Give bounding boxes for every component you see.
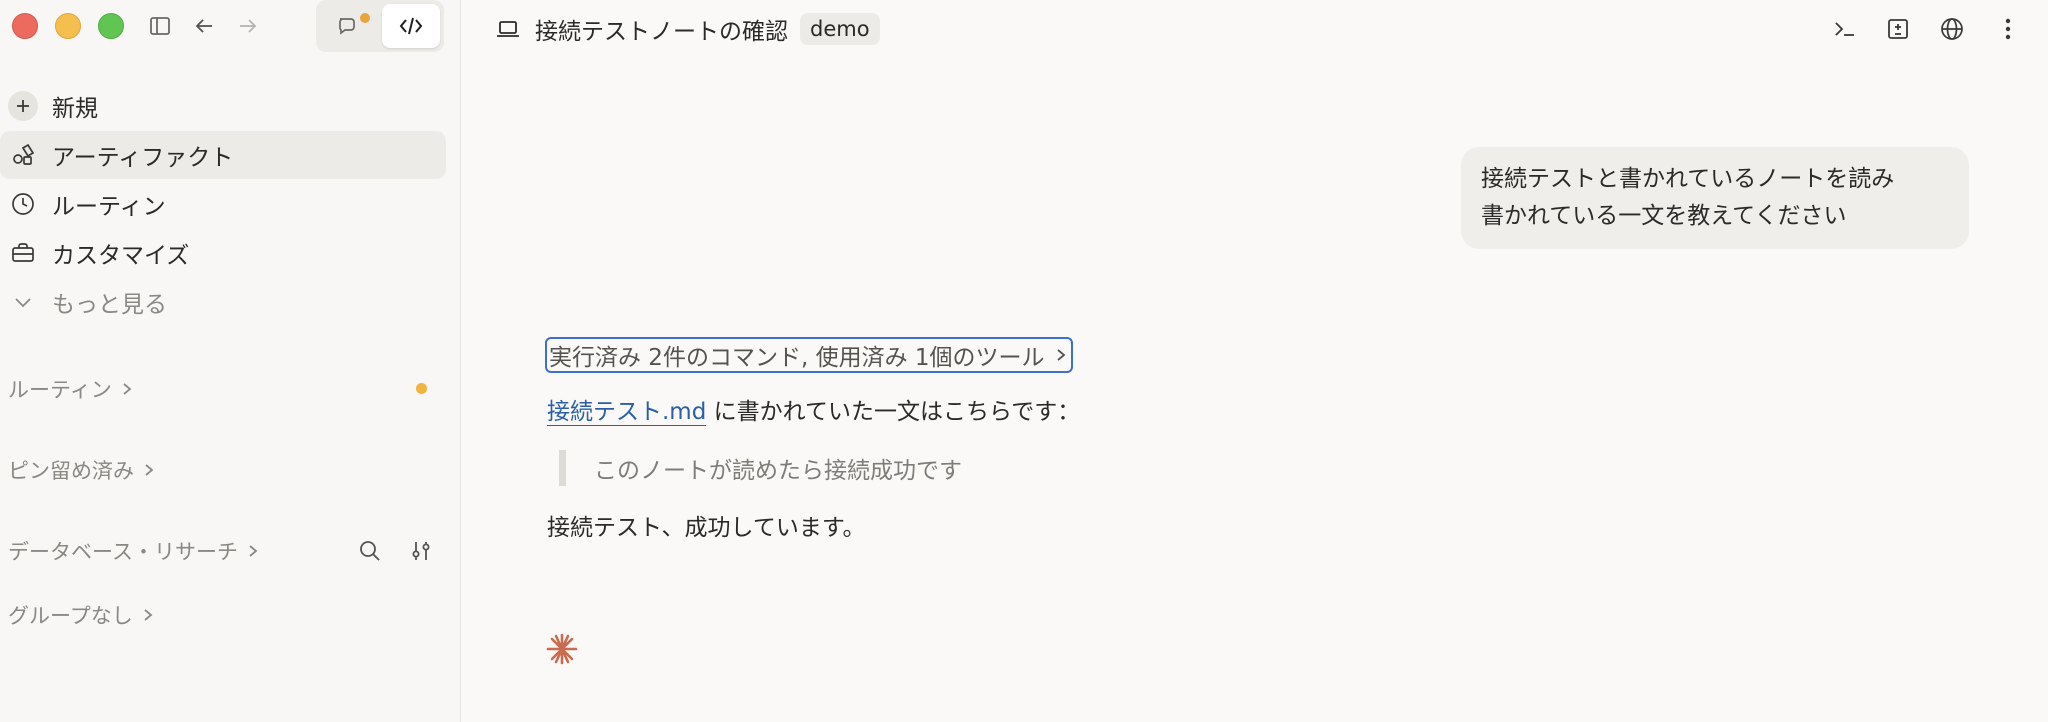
user-message: 接続テストと書かれているノートを読み 書かれている一文を教えてください [1461,147,1969,249]
tools-summary-toggle[interactable]: 実行済み 2件のコマンド, 使用済み 1個のツール [545,337,1073,373]
plus-icon [8,91,38,121]
nav-new[interactable]: 新規 [0,82,446,130]
section-ungrouped[interactable]: グループなし [8,597,155,633]
chevron-down-icon [8,287,38,317]
zoom-window-button[interactable] [98,13,124,39]
back-arrow-icon[interactable] [188,10,220,42]
minimize-window-button[interactable] [55,13,81,39]
nav-customize[interactable]: カスタマイズ [0,229,446,277]
mode-switcher [316,0,444,52]
main-panel: 接続テストノートの確認 demo 接続テストと書かれているノートを読み 書かれて… [461,0,2048,722]
user-message-line: 接続テストと書かれているノートを読み [1481,166,1895,192]
more-vertical-icon[interactable] [1991,12,2025,46]
project-badge[interactable]: demo [800,13,880,45]
briefcase-icon [8,238,38,268]
nav-label: アーティファクト [52,145,234,171]
nav-routines[interactable]: ルーティン [0,180,446,228]
nav-more[interactable]: もっと見る [0,278,446,326]
diff-icon[interactable] [1881,12,1915,46]
header: 接続テストノートの確認 demo [461,0,2048,58]
answer-text: に書かれていた一文はこちらです： [706,399,1081,425]
app-window: 新規 アーティファクト ルーティン カスタマイズ もっと見る ルーティン ピン留… [0,0,2048,722]
chevron-right-icon [145,464,154,476]
nav-label: カスタマイズ [52,243,190,269]
forward-arrow-icon[interactable] [232,10,264,42]
assistant-answer: 接続テスト.md に書かれていた一文はこちらです： [547,392,1080,426]
code-icon [399,17,423,35]
section-label: データベース・リサーチ [8,540,238,564]
user-message-line: 書かれている一文を教えてください [1481,203,1847,229]
section-label: ルーティン [8,378,112,402]
laptop-icon [497,21,519,37]
code-mode-button[interactable] [382,4,440,48]
section-routines[interactable]: ルーティン [8,371,134,407]
clock-icon [8,189,38,219]
search-icon[interactable] [354,535,386,567]
spark-icon [546,633,578,665]
chevron-right-icon [249,545,258,557]
chevron-right-icon [144,609,153,621]
section-pinned[interactable]: ピン留め済み [8,452,156,488]
filter-sliders-icon[interactable] [405,535,437,567]
chat-bubbles-icon [339,18,355,35]
section-label: グループなし [8,604,133,628]
nav-label: 新規 [52,96,98,122]
chat-mode-button[interactable] [320,4,378,48]
assistant-closing: 接続テスト、成功しています。 [547,515,866,541]
globe-icon[interactable] [1935,12,1969,46]
chevron-right-icon [1056,349,1065,361]
section-database-research[interactable]: データベース・リサーチ [8,533,260,569]
sidebar-toggle-icon[interactable] [144,10,176,42]
terminal-icon[interactable] [1828,12,1862,46]
header-title-group: 接続テストノートの確認 demo [495,10,880,48]
close-window-button[interactable] [12,13,38,39]
artifacts-icon [8,140,38,170]
file-link[interactable]: 接続テスト.md [547,399,707,426]
page-title[interactable]: 接続テストノートの確認 [535,12,788,46]
notification-dot [360,13,370,23]
routine-status-dot [416,383,427,394]
nav-label: ルーティン [52,194,166,220]
tools-summary-text: 実行済み 2件のコマンド, 使用済み 1個のツール [549,345,1045,371]
quote-text: このノートが読めたら接続成功です [594,458,962,484]
nav-artifacts[interactable]: アーティファクト [0,131,446,179]
sidebar: 新規 アーティファクト ルーティン カスタマイズ もっと見る ルーティン ピン留… [0,0,461,722]
section-label: ピン留め済み [8,459,134,483]
nav-label: もっと見る [52,292,167,318]
blockquote: このノートが読めたら接続成功です [559,450,962,486]
chevron-right-icon [123,383,132,395]
